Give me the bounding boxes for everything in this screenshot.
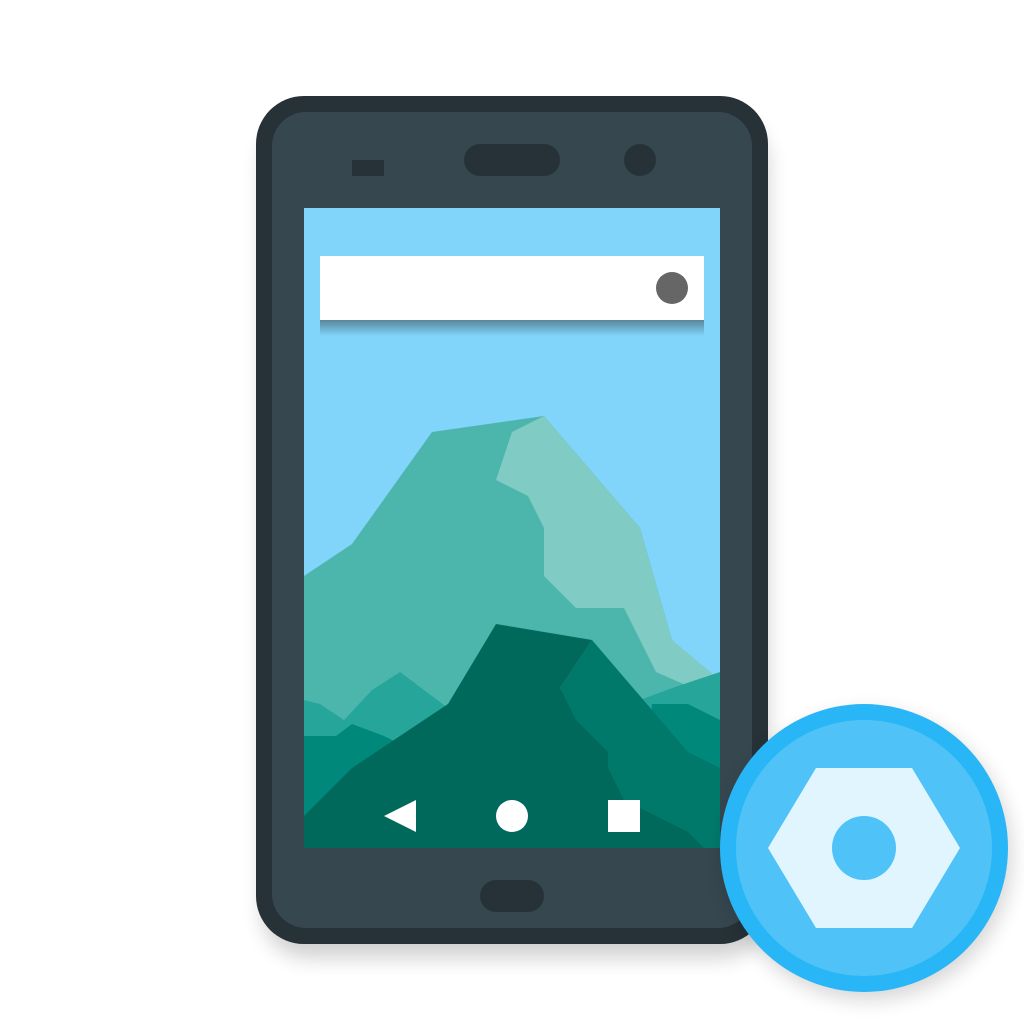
front-camera-icon — [624, 144, 656, 176]
phone-screen — [304, 208, 720, 848]
settings-nut-icon — [720, 704, 1008, 992]
nut-hole-icon — [832, 816, 896, 880]
search-bar — [320, 256, 704, 320]
home-circle-icon — [496, 800, 528, 832]
sensor-icon — [352, 160, 384, 176]
search-bar-shadow — [320, 320, 704, 336]
recents-square-icon — [608, 800, 640, 832]
home-button-icon — [480, 880, 544, 912]
app-icon — [0, 0, 1024, 1024]
search-dot-icon — [656, 272, 688, 304]
app-icon-graphic — [256, 96, 1012, 1000]
earpiece-icon — [464, 144, 560, 176]
